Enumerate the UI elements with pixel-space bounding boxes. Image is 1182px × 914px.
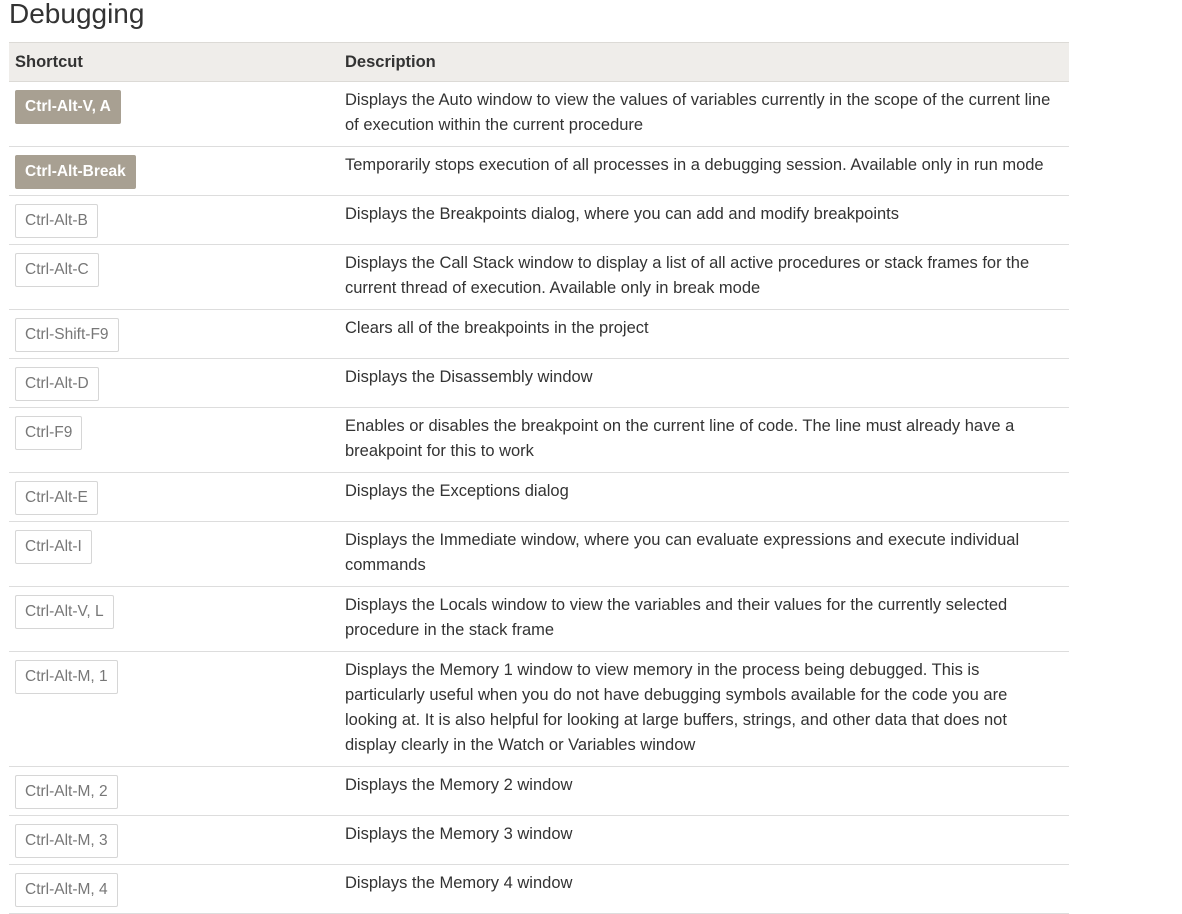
table-row: Ctrl-Alt-D Displays the Disassembly wind… bbox=[9, 358, 1069, 408]
header-shortcut: Shortcut bbox=[9, 42, 339, 82]
shortcut-cell: Ctrl-Alt-M, 1 bbox=[9, 651, 339, 767]
page-title: Debugging bbox=[9, 0, 145, 29]
shortcut-cell: Ctrl-Alt-I bbox=[9, 521, 339, 587]
header-description: Description bbox=[339, 42, 1069, 82]
shortcut-key: Ctrl-Alt-M, 3 bbox=[15, 824, 118, 858]
shortcut-cell: Ctrl-Alt-V, A bbox=[9, 81, 339, 147]
table-row: Ctrl-Alt-M, 1 Displays the Memory 1 wind… bbox=[9, 651, 1069, 767]
shortcut-key: Ctrl-Alt-M, 4 bbox=[15, 873, 118, 907]
description-cell: Displays the Locals window to view the v… bbox=[339, 586, 1069, 652]
table-row: Ctrl-Alt-B Displays the Breakpoints dial… bbox=[9, 195, 1069, 245]
shortcut-key: Ctrl-Alt-M, 1 bbox=[15, 660, 118, 694]
shortcut-key: Ctrl-Alt-E bbox=[15, 481, 98, 515]
shortcut-key: Ctrl-Alt-V, L bbox=[15, 595, 114, 629]
shortcut-cell: Ctrl-Alt-M, 2 bbox=[9, 766, 339, 816]
shortcut-key: Ctrl-Alt-D bbox=[15, 367, 99, 401]
shortcut-cell: Ctrl-Shift-F9 bbox=[9, 309, 339, 359]
shortcut-key: Ctrl-F9 bbox=[15, 416, 83, 450]
description-cell: Displays the Memory 2 window bbox=[339, 766, 1069, 816]
description-cell: Displays the Call Stack window to displa… bbox=[339, 244, 1069, 310]
table-row: Ctrl-Alt-M, 3 Displays the Memory 3 wind… bbox=[9, 815, 1069, 865]
description-cell: Displays the Breakpoints dialog, where y… bbox=[339, 195, 1069, 245]
table-row: Ctrl-Alt-M, 4 Displays the Memory 4 wind… bbox=[9, 864, 1069, 914]
shortcut-cell: Ctrl-F9 bbox=[9, 407, 339, 473]
shortcut-cell: Ctrl-Alt-C bbox=[9, 244, 339, 310]
shortcut-key: Ctrl-Alt-M, 2 bbox=[15, 775, 118, 809]
shortcut-cell: Ctrl-Alt-Break bbox=[9, 146, 339, 196]
description-cell: Clears all of the breakpoints in the pro… bbox=[339, 309, 1069, 359]
table-row: Ctrl-Alt-E Displays the Exceptions dialo… bbox=[9, 472, 1069, 522]
shortcut-cell: Ctrl-Alt-V, L bbox=[9, 586, 339, 652]
shortcut-cell: Ctrl-Alt-D bbox=[9, 358, 339, 408]
table-row: Ctrl-Alt-I Displays the Immediate window… bbox=[9, 521, 1069, 587]
table-row: Ctrl-Alt-M, 2 Displays the Memory 2 wind… bbox=[9, 766, 1069, 816]
table-row: Ctrl-Alt-V, A Displays the Auto window t… bbox=[9, 81, 1069, 147]
table-row: Ctrl-Alt-Break Temporarily stops executi… bbox=[9, 146, 1069, 196]
description-cell: Displays the Disassembly window bbox=[339, 358, 1069, 408]
description-cell: Displays the Immediate window, where you… bbox=[339, 521, 1069, 587]
description-cell: Displays the Auto window to view the val… bbox=[339, 81, 1069, 147]
table-header-row: Shortcut Description bbox=[9, 42, 1069, 82]
description-cell: Displays the Memory 1 window to view mem… bbox=[339, 651, 1069, 767]
shortcut-cell: Ctrl-Alt-M, 4 bbox=[9, 864, 339, 914]
shortcut-key: Ctrl-Alt-I bbox=[15, 530, 92, 564]
table-row: Ctrl-Alt-V, L Displays the Locals window… bbox=[9, 586, 1069, 652]
description-cell: Displays the Exceptions dialog bbox=[339, 472, 1069, 522]
shortcut-key: Ctrl-Alt-C bbox=[15, 253, 99, 287]
description-cell: Displays the Memory 3 window bbox=[339, 815, 1069, 865]
shortcut-key: Ctrl-Alt-Break bbox=[15, 155, 136, 189]
table-row: Ctrl-F9 Enables or disables the breakpoi… bbox=[9, 407, 1069, 473]
shortcut-cell: Ctrl-Alt-B bbox=[9, 195, 339, 245]
shortcut-key: Ctrl-Alt-B bbox=[15, 204, 98, 238]
shortcut-key: Ctrl-Shift-F9 bbox=[15, 318, 119, 352]
shortcut-cell: Ctrl-Alt-M, 3 bbox=[9, 815, 339, 865]
description-cell: Displays the Memory 4 window bbox=[339, 864, 1069, 914]
table-row: Ctrl-Shift-F9 Clears all of the breakpoi… bbox=[9, 309, 1069, 359]
description-cell: Temporarily stops execution of all proce… bbox=[339, 146, 1069, 196]
shortcut-cell: Ctrl-Alt-E bbox=[9, 472, 339, 522]
description-cell: Enables or disables the breakpoint on th… bbox=[339, 407, 1069, 473]
shortcuts-table: Shortcut Description Ctrl-Alt-V, A Displ… bbox=[9, 42, 1069, 914]
shortcut-key: Ctrl-Alt-V, A bbox=[15, 90, 121, 124]
table-row: Ctrl-Alt-C Displays the Call Stack windo… bbox=[9, 244, 1069, 310]
